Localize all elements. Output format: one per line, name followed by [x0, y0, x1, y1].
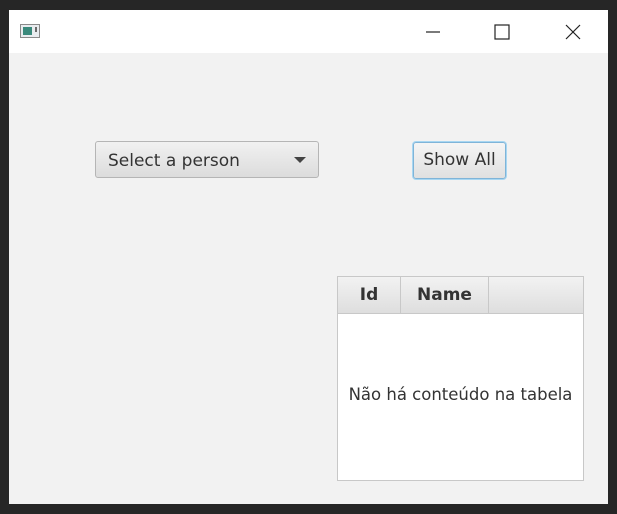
chevron-down-icon [294, 157, 306, 163]
close-button[interactable] [550, 10, 596, 53]
app-icon-pane [23, 27, 32, 35]
maximize-button[interactable] [479, 10, 525, 53]
maximize-icon [494, 23, 510, 40]
title-bar[interactable] [9, 10, 608, 53]
app-icon-bar [35, 27, 37, 32]
person-select-combobox[interactable]: Select a person [95, 141, 319, 178]
table-header: Id Name [338, 277, 583, 314]
person-select-value: Select a person [108, 151, 240, 171]
table-empty-placeholder: Não há conteúdo na tabela [348, 385, 573, 404]
column-header-name[interactable]: Name [401, 277, 489, 313]
close-icon [565, 24, 581, 39]
minimize-button[interactable] [410, 10, 456, 53]
column-header-id[interactable]: Id [338, 277, 401, 313]
people-table[interactable]: Id Name Não há conteúdo na tabela [337, 276, 584, 481]
screen-frame: Select a person Show All Id Name Não há … [0, 0, 617, 514]
app-window: Select a person Show All Id Name Não há … [9, 10, 608, 504]
app-icon [20, 24, 40, 38]
minimize-icon [426, 30, 440, 33]
column-header-filler [489, 277, 583, 313]
show-all-button[interactable]: Show All [413, 142, 506, 179]
